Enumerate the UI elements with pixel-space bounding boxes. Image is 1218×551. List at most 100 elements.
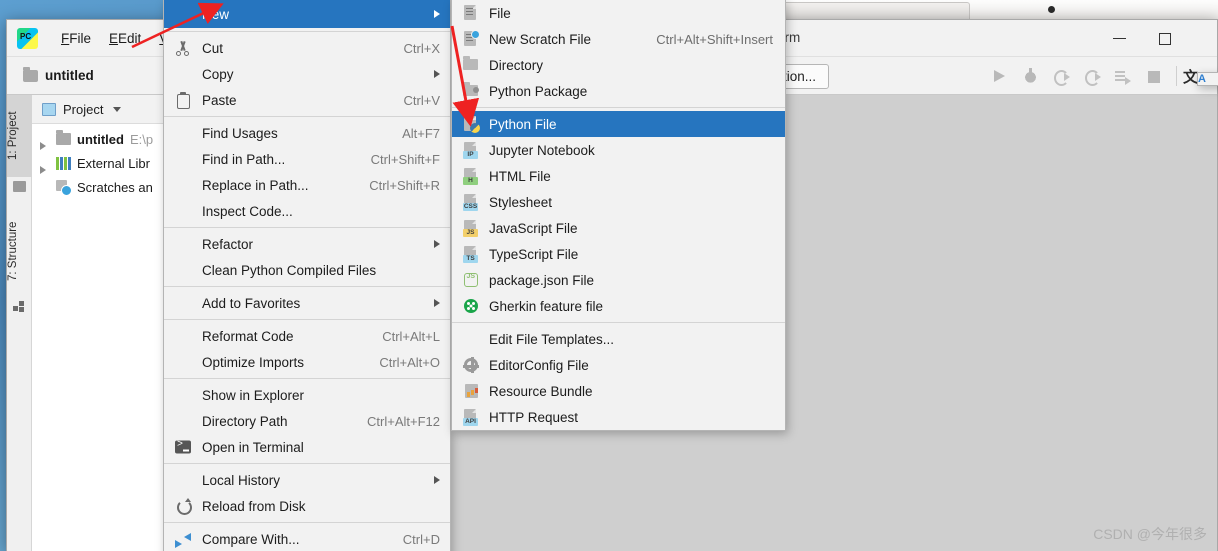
toolbar-separator [1176,66,1177,86]
menu-item-new[interactable]: New [164,0,450,28]
submenu-item-python-file[interactable]: Python File [452,111,785,137]
submenu-item-jupyter-notebook[interactable]: IP Jupyter Notebook [452,137,785,163]
menu-item-accel: Ctrl+V [403,92,440,108]
watermark: CSDN @今年很多 [1093,526,1207,542]
submenu-separator [452,322,785,323]
maximize-button[interactable] [1143,20,1187,57]
menu-item-label: Reload from Disk [202,498,306,514]
submenu-item-html-file[interactable]: H HTML File [452,163,785,189]
menu-edit-label: Edit [118,30,142,46]
menu-item-label: Open in Terminal [202,439,304,455]
submenu-item-file[interactable]: File [452,0,785,26]
menu-item-local-history[interactable]: Local History [164,467,450,493]
maximize-icon [1159,32,1171,45]
submenu-item-python-package[interactable]: Python Package [452,78,785,104]
submenu-item-edit-file-templates[interactable]: Edit File Templates... [452,326,785,352]
run-icon[interactable] [991,68,1008,85]
submenu-item-package-json-file[interactable]: package.json File [452,267,785,293]
menu-item-label: Show in Explorer [202,387,305,403]
menu-item-accel: Ctrl+D [402,531,440,547]
translate-icon-sub: A [1197,72,1218,86]
submenu-item-typescript-file[interactable]: TS TypeScript File [452,241,785,267]
menu-item-find-usages[interactable]: Find Usages Alt+F7 [164,120,450,146]
submenu-item-resource-bundle[interactable]: Resource Bundle [452,378,785,404]
submenu-item-label: File [489,5,511,21]
submenu-separator [452,107,785,108]
scratch-file-icon [462,30,480,48]
submenu-item-label: HTTP Request [489,409,579,425]
menu-item-open-in-terminal[interactable]: Open in Terminal [164,434,450,460]
submenu-item-stylesheet[interactable]: CSS Stylesheet [452,189,785,215]
menu-item-clean-python-compiled-files[interactable]: Clean Python Compiled Files [164,257,450,283]
submenu-item-directory[interactable]: Directory [452,52,785,78]
library-icon [56,156,71,170]
submenu-item-new-scratch-file[interactable]: New Scratch File Ctrl+Alt+Shift+Insert [452,26,785,52]
stylesheet-icon: CSS [462,193,480,211]
submenu-item-editorconfig-file[interactable]: EditorConfig File [452,352,785,378]
menu-separator [164,463,450,464]
menu-item-inspect-code[interactable]: Inspect Code... [164,198,450,224]
menu-item-copy[interactable]: Copy [164,61,450,87]
compare-icon [175,531,191,548]
gherkin-icon [462,297,480,315]
structure-squares-icon [13,301,26,312]
menu-item-reformat-code[interactable]: Reformat Code Ctrl+Alt+L [164,323,450,349]
menu-separator [164,31,450,32]
menu-item-add-to-favorites[interactable]: Add to Favorites [164,290,450,316]
profile-icon[interactable] [1084,68,1101,86]
run-with-coverage-icon[interactable] [1053,68,1070,86]
tree-item-label: Scratches an [77,179,153,195]
menu-item-label: Find Usages [202,125,278,141]
run-lines-icon[interactable] [1115,68,1132,85]
menu-item-cut[interactable]: Cut Ctrl+X [164,35,450,61]
chevron-down-icon[interactable] [113,106,122,112]
menu-item-label: Inspect Code... [202,203,293,219]
menu-item-paste[interactable]: Paste Ctrl+V [164,87,450,113]
menu-item-directory-path[interactable]: Directory Path Ctrl+Alt+F12 [164,408,450,434]
sidebar-item-structure[interactable]: 7: Structure [7,205,32,297]
cut-icon [175,40,191,56]
submenu-item-javascript-file[interactable]: JS JavaScript File [452,215,785,241]
toolbar-project-chip[interactable]: untitled [23,66,94,83]
resource-bundle-icon [462,382,480,400]
menu-item-show-in-explorer[interactable]: Show in Explorer [164,382,450,408]
submenu-item-http-request[interactable]: API HTTP Request [452,404,785,430]
menu-item-refactor[interactable]: Refactor [164,231,450,257]
submenu-item-label: EditorConfig File [489,357,589,373]
submenu-item-label: New Scratch File [489,31,592,47]
submenu-item-gherkin-feature-file[interactable]: Gherkin feature file [452,293,785,319]
menu-separator [164,286,450,287]
debug-icon[interactable] [1022,67,1039,85]
translate-icon[interactable]: 文 A [1183,66,1218,86]
minimize-icon [1112,37,1126,40]
submenu-item-accel: Ctrl+Alt+Shift+Insert [656,31,773,47]
menu-item-reload-from-disk[interactable]: Reload from Disk [164,493,450,519]
python-package-icon [462,82,480,100]
menu-file[interactable]: FFile [52,28,100,49]
folder-icon [56,130,71,145]
menu-item-label: Local History [202,472,281,488]
minimize-button[interactable] [1097,20,1141,57]
submenu-item-label: Python File [489,116,557,132]
tree-item-label: External Libr [77,155,150,171]
menu-item-label: Find in Path... [202,151,286,167]
menu-item-accel: Ctrl+Shift+F [370,151,440,167]
menu-item-find-in-path[interactable]: Find in Path... Ctrl+Shift+F [164,146,450,172]
chevron-right-icon [434,299,440,307]
stop-icon[interactable] [1146,68,1163,85]
submenu-item-label: Directory [489,57,544,73]
menu-edit[interactable]: EEdit [100,28,150,49]
submenu-item-label: Python Package [489,83,588,99]
directory-icon [462,56,480,74]
chevron-right-icon [434,10,440,18]
menu-item-optimize-imports[interactable]: Optimize Imports Ctrl+Alt+O [164,349,450,375]
menu-item-replace-in-path[interactable]: Replace in Path... Ctrl+Shift+R [164,172,450,198]
submenu-item-label: Gherkin feature file [489,298,604,314]
context-menu: New Cut Ctrl+X Copy Paste Ctrl+V Find Us… [163,0,451,551]
translate-icon-glyph: 文 [1183,69,1199,86]
menu-item-compare-with[interactable]: Compare With... Ctrl+D [164,526,450,551]
folder-icon [23,66,38,82]
menu-item-label: Paste [202,92,237,108]
sidebar-item-project[interactable]: 1: Project [7,95,32,177]
project-view-icon [42,102,56,116]
